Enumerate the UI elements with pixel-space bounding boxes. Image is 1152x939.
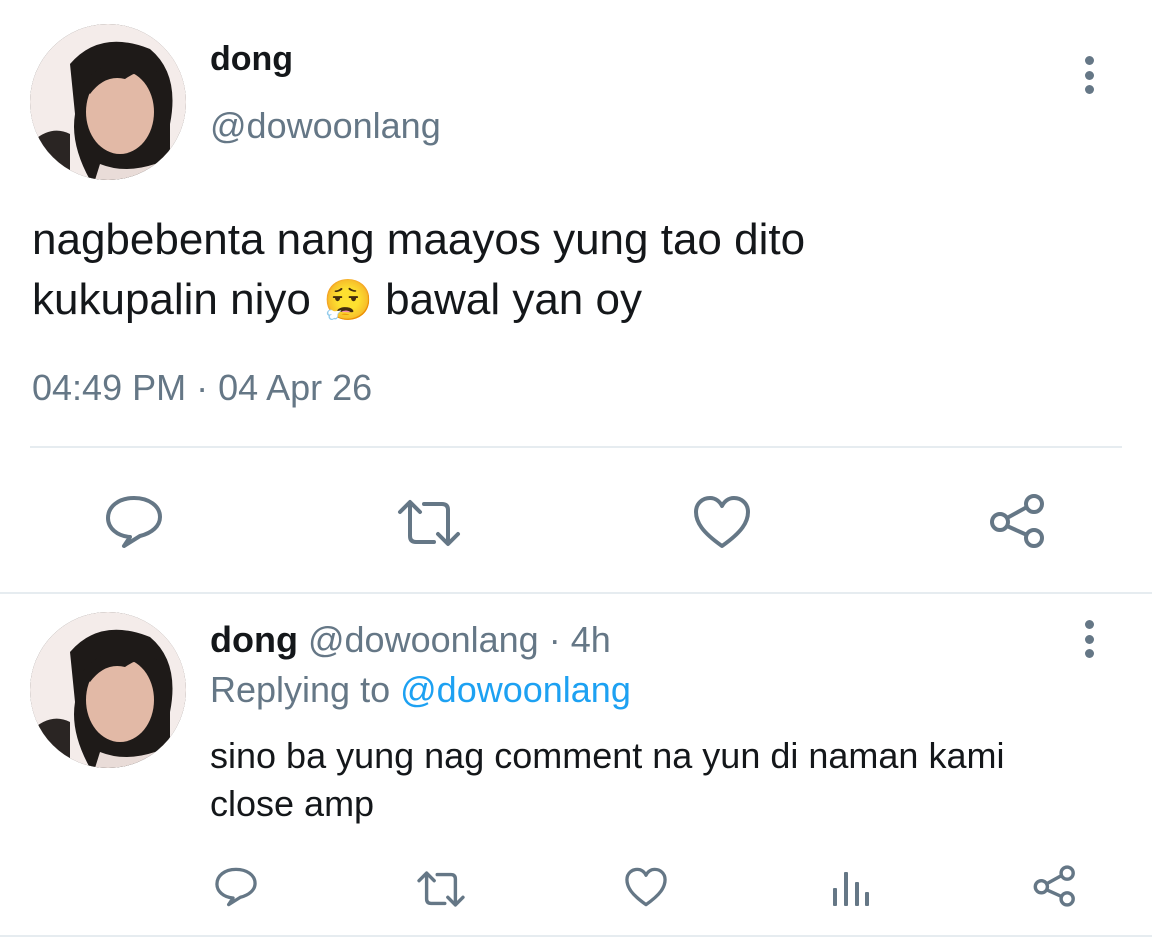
tweet-text-fragment: kukupalin niyo — [32, 275, 311, 324]
retweet-icon[interactable] — [396, 498, 462, 548]
more-options-icon[interactable] — [1082, 620, 1096, 658]
reply-text: sino ba yung nag comment na yun di naman… — [210, 732, 1130, 828]
replying-to-label: Replying to — [210, 669, 391, 710]
tweet-text-line: nagbebenta nang maayos yung tao dito — [32, 215, 806, 264]
share-icon[interactable] — [988, 492, 1048, 550]
like-icon[interactable] — [692, 494, 752, 550]
avatar[interactable] — [30, 24, 186, 180]
tweet-timestamp[interactable]: 04:49 PM · 04 Apr 26 — [32, 366, 372, 410]
reply-icon[interactable] — [214, 866, 258, 908]
tweet-text-line: kukupalin niyo 😮‍💨 bawal yan oy — [32, 270, 1122, 331]
divider — [0, 592, 1152, 594]
replying-to-handle[interactable]: @dowoonlang — [400, 669, 631, 710]
tweet-text-fragment: bawal yan oy — [385, 275, 642, 324]
author-handle[interactable]: @dowoonlang — [308, 619, 539, 660]
author-name[interactable]: dong — [210, 619, 298, 660]
reply-icon[interactable] — [104, 494, 164, 550]
analytics-icon[interactable] — [830, 868, 870, 908]
separator: · — [548, 619, 561, 660]
author-handle[interactable]: @dowoonlang — [210, 104, 441, 148]
more-options-icon[interactable] — [1082, 56, 1096, 94]
author-name[interactable]: dong — [210, 38, 293, 80]
face-exhaling-emoji: 😮‍💨 — [323, 279, 373, 323]
retweet-icon[interactable] — [416, 870, 466, 908]
replying-to: Replying to @dowoonlang — [210, 668, 631, 712]
divider — [0, 935, 1152, 937]
reply-time[interactable]: 4h — [571, 619, 611, 660]
reply-header: dong @dowoonlang · 4h — [210, 618, 611, 662]
reply-text-line: sino ba yung nag comment na yun di naman… — [210, 735, 1005, 776]
divider — [30, 446, 1122, 448]
avatar[interactable] — [30, 612, 186, 768]
like-icon[interactable] — [624, 866, 668, 908]
tweet-text: nagbebenta nang maayos yung tao dito kuk… — [32, 210, 1122, 331]
share-icon[interactable] — [1032, 864, 1078, 908]
reply-text-line: close amp — [210, 783, 375, 824]
